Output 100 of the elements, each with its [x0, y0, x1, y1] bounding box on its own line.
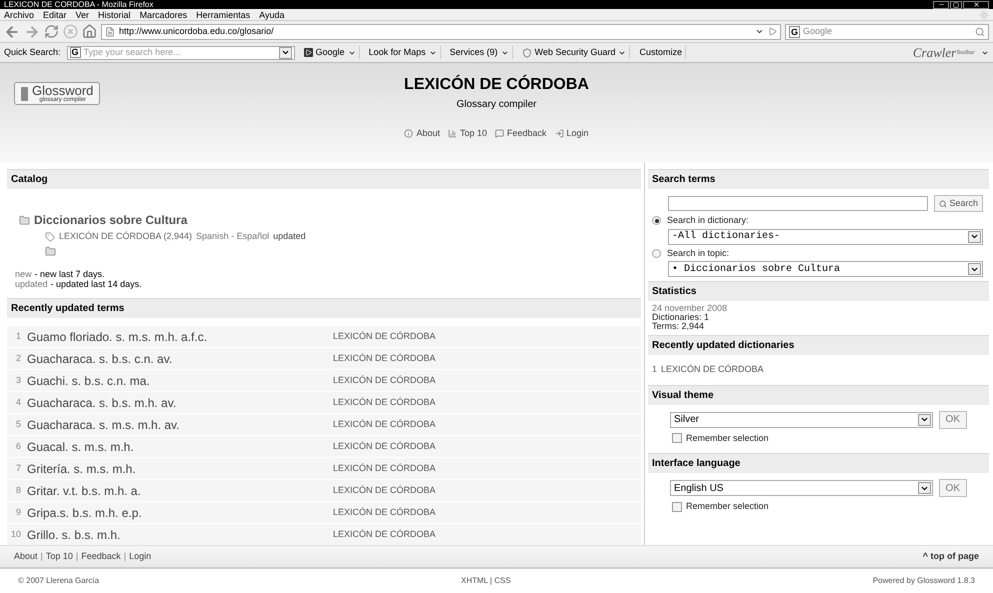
toolbar-button[interactable]: Look for Maps	[366, 46, 441, 60]
row-number: 3	[14, 374, 22, 387]
term-link[interactable]: Guamo floriado. s. m.s. m.h. a.f.c.	[27, 328, 333, 346]
menu-item[interactable]: Ayuda	[259, 10, 284, 20]
row-number: 10	[10, 528, 22, 541]
row-number: 1	[14, 330, 22, 343]
info-icon	[404, 129, 414, 138]
search-terms-field[interactable]	[668, 196, 928, 211]
close-icon[interactable]	[963, 0, 989, 8]
legend-term: new	[15, 268, 32, 278]
toolbar-button[interactable]: Web Security Guard	[518, 46, 630, 60]
dictionary-name: LEXICÓN DE CÓRDOBA	[333, 484, 436, 497]
menu-item[interactable]: Marcadores	[140, 10, 188, 20]
maximize-icon[interactable]	[950, 0, 962, 8]
term-link[interactable]: Gritar. v.t. b.s. m.h. a.	[27, 482, 333, 500]
header-link[interactable]: About	[404, 127, 440, 140]
term-link[interactable]: Guacal. s. m.s. m.h.	[27, 438, 333, 456]
footer-link[interactable]: Top 10	[46, 550, 73, 564]
row-number: 4	[14, 396, 22, 409]
dictionary-name: LEXICÓN DE CÓRDOBA	[333, 418, 436, 431]
select-field[interactable]: English US	[670, 480, 933, 496]
row-number: 5	[14, 418, 22, 431]
select-field[interactable]: -All dictionaries-	[668, 228, 983, 244]
section-header: Catalog	[7, 169, 641, 189]
reload-icon[interactable]	[44, 24, 59, 39]
topic-link[interactable]: Diccionarios sobre Cultura	[34, 211, 188, 229]
ok-button[interactable]: OK	[938, 410, 967, 428]
toolbar-button[interactable]: Customize	[636, 46, 686, 60]
window-title: LEXICON DE CORDOBA - Mozilla Firefox	[4, 0, 154, 8]
top-of-page-link[interactable]: ^ top of page	[922, 550, 979, 564]
row-number: 6	[14, 440, 22, 453]
shield-icon	[522, 48, 532, 58]
term-link[interactable]: Guacharaca. s. b.s. c.n. av.	[27, 350, 333, 368]
checkbox-label: Remember selection	[686, 432, 769, 444]
term-link[interactable]: Gritería. s. m.s. m.h.	[27, 460, 333, 478]
radio-button[interactable]	[652, 216, 661, 226]
row-number: 7	[14, 462, 22, 475]
home-icon[interactable]	[82, 24, 97, 39]
search-button[interactable]: Search	[934, 195, 983, 212]
validator-links[interactable]: XHTML | CSS	[460, 575, 511, 587]
dictionary-name: LEXICÓN DE CÓRDOBA	[333, 506, 436, 519]
section-header: Interface language	[648, 453, 989, 473]
link-separator: |	[76, 550, 78, 563]
header-link[interactable]: Login	[554, 127, 589, 140]
select-field[interactable]: Silver	[670, 412, 933, 428]
header-link[interactable]: Top 10	[448, 127, 487, 140]
term-link[interactable]: Gripa.s. b.s. m.h. e.p.	[27, 504, 333, 522]
footer-link[interactable]: About	[14, 550, 38, 564]
menu-item[interactable]: Archivo	[4, 10, 34, 20]
header-link[interactable]: Feedback	[495, 127, 547, 140]
section-header: Recently updated terms	[7, 298, 641, 318]
section-header: Search terms	[648, 169, 989, 189]
dictionary-name: LEXICÓN DE CÓRDOBA	[333, 528, 436, 541]
section-header: Statistics	[648, 281, 989, 301]
play-icon	[304, 48, 313, 57]
statistics-line: Dictionaries: 1	[652, 313, 710, 322]
ok-button[interactable]: OK	[938, 479, 967, 497]
back-icon[interactable]	[4, 24, 20, 40]
minimize-icon[interactable]	[933, 0, 949, 8]
statistics-line: Terms: 2,944	[652, 322, 706, 331]
dictionary-link[interactable]: LEXICÓN DE CÓRDOBA (2,944)	[59, 230, 192, 244]
menu-item[interactable]: Editar	[43, 10, 67, 20]
folder-icon	[19, 214, 30, 226]
section-header: Visual theme	[648, 384, 989, 404]
select-field[interactable]: • Diccionarios sobre Cultura	[668, 261, 983, 277]
legend-term: updated	[15, 278, 48, 288]
updated-label: updated	[273, 230, 306, 243]
term-link[interactable]: Guacharaca. s. m.s. m.h. av.	[27, 416, 333, 434]
menu-item[interactable]: Historial	[98, 10, 131, 20]
checkbox[interactable]	[672, 433, 682, 444]
legend-description: - updated last 14 days.	[50, 278, 142, 288]
dictionary-name: LEXICÓN DE CÓRDOBA	[333, 352, 436, 365]
term-link[interactable]: Guacharaca. s. b.s. m.h. av.	[27, 394, 333, 412]
footer-link[interactable]: Login	[129, 550, 152, 564]
chat-icon	[495, 129, 504, 138]
brand-logo[interactable]: Crawler$^{Toolbar}$	[912, 42, 975, 62]
dictionary-link[interactable]: LEXICÓN DE CÓRDOBA	[661, 363, 764, 376]
row-number: 1	[652, 363, 658, 376]
folder-icon	[45, 246, 56, 256]
link-separator: |	[40, 550, 43, 563]
row-number: 9	[14, 506, 22, 519]
toolbar-button[interactable]: Services (9)	[446, 46, 513, 60]
search-icon	[939, 200, 948, 208]
radio-label: Search in topic:	[667, 246, 730, 260]
term-link[interactable]: Guachi. s. b.s. c.n. ma.	[27, 372, 333, 390]
menu-item[interactable]: Herramientas	[196, 10, 250, 20]
chart-icon	[448, 129, 457, 138]
menu-item[interactable]: Ver	[76, 10, 90, 20]
legend-description: - new last 7 days.	[34, 268, 105, 278]
dictionary-name: LEXICÓN DE CÓRDOBA	[333, 396, 436, 409]
site-title: LEXICÓN DE CÓRDOBA	[404, 74, 589, 95]
dictionary-name: LEXICÓN DE CÓRDOBA	[333, 374, 436, 387]
checkbox[interactable]	[672, 502, 682, 512]
row-number: 2	[14, 352, 22, 365]
radio-button[interactable]	[652, 248, 661, 258]
term-link[interactable]: Grillo. s. b.s. m.h.	[27, 526, 333, 544]
link-separator: |	[124, 550, 126, 563]
site-subtitle: Glossary compiler	[456, 98, 537, 112]
footer-link[interactable]: Feedback	[81, 550, 121, 564]
toolbar-button[interactable]: Google	[300, 46, 360, 60]
